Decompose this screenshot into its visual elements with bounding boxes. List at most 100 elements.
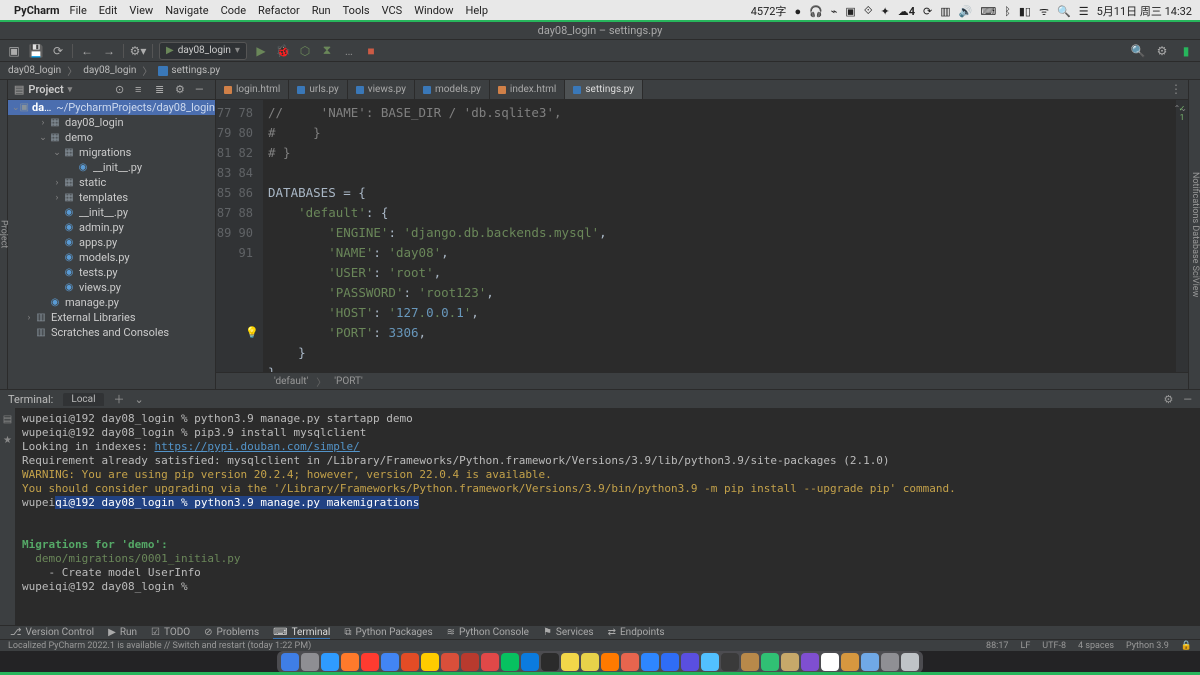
- wechat-icon[interactable]: ☁ 4: [898, 5, 915, 18]
- python-interpreter[interactable]: Python 3.9: [1126, 641, 1169, 651]
- toolwindow-todo[interactable]: ☑TODO: [151, 627, 190, 638]
- code-editor[interactable]: // 'NAME': BASE_DIR / 'db.sqlite3', # } …: [264, 100, 1176, 372]
- dock-app-16[interactable]: [601, 653, 619, 671]
- dock-app-8[interactable]: [441, 653, 459, 671]
- camera-icon[interactable]: ⌁: [831, 5, 838, 18]
- coverage-icon[interactable]: ⬡: [297, 43, 313, 59]
- tabs-more-icon[interactable]: ⋮: [1170, 82, 1182, 96]
- menu-code[interactable]: Code: [221, 4, 246, 17]
- attach-icon[interactable]: …: [341, 43, 357, 59]
- dock-app-26[interactable]: [801, 653, 819, 671]
- config-dropdown-icon[interactable]: ⚙▾: [130, 43, 146, 59]
- search-everywhere-icon[interactable]: 🔍: [1130, 43, 1146, 59]
- bookmarks-stripe-icon[interactable]: ★: [3, 435, 12, 446]
- collapse-all-icon[interactable]: ≣: [155, 83, 169, 97]
- terminal-dropdown-icon[interactable]: ⌄: [135, 393, 144, 406]
- dock-app-17[interactable]: [621, 653, 639, 671]
- editor-tab[interactable]: views.py: [348, 80, 415, 99]
- tree-root[interactable]: ⌄▣ day08_login ~/PycharmProjects/day08_l…: [8, 100, 215, 115]
- settings-icon[interactable]: ⚙: [1154, 43, 1170, 59]
- reload-icon[interactable]: ⟳: [50, 43, 66, 59]
- right-stripe[interactable]: Notifications Database SciView: [1188, 80, 1200, 389]
- dock-app-9[interactable]: [461, 653, 479, 671]
- tree-item[interactable]: ◉views.py: [8, 280, 215, 295]
- toolwindow-run[interactable]: ▶Run: [108, 627, 137, 638]
- terminal-settings-icon[interactable]: ⚙: [1164, 393, 1174, 406]
- dock-app-19[interactable]: [661, 653, 679, 671]
- editor-crumb[interactable]: 'PORT': [334, 376, 362, 387]
- mic-icon[interactable]: ●: [794, 5, 801, 18]
- tree-item[interactable]: ◉tests.py: [8, 265, 215, 280]
- menu-edit[interactable]: Edit: [99, 4, 118, 17]
- terminal-add-icon[interactable]: ＋: [114, 391, 125, 407]
- display-icon[interactable]: ▥: [940, 5, 950, 18]
- line-separator[interactable]: LF: [1020, 641, 1030, 651]
- dock-app-22[interactable]: [721, 653, 739, 671]
- debug-icon[interactable]: 🐞: [275, 43, 291, 59]
- terminal-tab[interactable]: Local: [63, 393, 103, 406]
- app-name[interactable]: PyCharm: [14, 4, 60, 17]
- dock-app-28[interactable]: [841, 653, 859, 671]
- indent-config[interactable]: 4 spaces: [1078, 641, 1114, 651]
- tree-item[interactable]: ⌄▦migrations: [8, 145, 215, 160]
- forward-icon[interactable]: →: [101, 43, 117, 59]
- menu-navigate[interactable]: Navigate: [165, 4, 208, 17]
- volume-icon[interactable]: 🔊: [959, 5, 973, 18]
- menu-help[interactable]: Help: [465, 4, 488, 17]
- dock-app-13[interactable]: [541, 653, 559, 671]
- wifi-icon[interactable]: ᯤ: [1039, 4, 1049, 19]
- tree-item[interactable]: ›▦static: [8, 175, 215, 190]
- menu-tools[interactable]: Tools: [343, 4, 370, 17]
- tree-item[interactable]: ⌄▦demo: [8, 130, 215, 145]
- tree-item[interactable]: ▥Scratches and Consoles: [8, 325, 215, 340]
- status-message[interactable]: Localized PyCharm 2022.1 is available //…: [8, 641, 311, 651]
- dock-app-29[interactable]: [861, 653, 879, 671]
- breadcrumb[interactable]: day08_login: [8, 65, 61, 76]
- tree-item[interactable]: ◉__init__.py: [8, 205, 215, 220]
- expand-all-icon[interactable]: ≡: [135, 83, 149, 97]
- menu-view[interactable]: View: [129, 4, 153, 17]
- bluetooth-icon[interactable]: ᛒ: [1004, 5, 1011, 18]
- toolwindow-python-console[interactable]: ≋Python Console: [447, 627, 529, 638]
- file-encoding[interactable]: UTF-8: [1042, 641, 1066, 651]
- code-with-me-icon[interactable]: ▮: [1178, 43, 1194, 59]
- tree-item[interactable]: ◉__init__.py: [8, 160, 215, 175]
- headset-icon[interactable]: 🎧: [809, 5, 823, 18]
- hammer-icon[interactable]: ✦: [881, 5, 890, 18]
- editor-crumb[interactable]: 'default': [274, 376, 308, 387]
- dock-app-10[interactable]: [481, 653, 499, 671]
- menu-file[interactable]: File: [70, 4, 87, 17]
- keyboard-icon[interactable]: ⌨: [980, 5, 996, 18]
- sync-icon[interactable]: ⟳: [923, 5, 932, 18]
- menu-run[interactable]: Run: [312, 4, 331, 17]
- dock-app-3[interactable]: [341, 653, 359, 671]
- toolwindow-python-packages[interactable]: ⧉Python Packages: [344, 627, 432, 638]
- hide-icon[interactable]: —: [195, 83, 209, 97]
- dropbox-icon[interactable]: ⟐: [864, 4, 873, 18]
- intention-bulb-icon[interactable]: 💡: [245, 323, 259, 343]
- dock-app-31[interactable]: [901, 653, 919, 671]
- menu-vcs[interactable]: VCS: [382, 4, 403, 17]
- breadcrumb[interactable]: settings.py: [158, 65, 220, 76]
- toolwindow-terminal[interactable]: ⌨Terminal: [273, 627, 330, 640]
- project-tree[interactable]: ⌄▣ day08_login ~/PycharmProjects/day08_l…: [8, 100, 215, 389]
- mac-datetime[interactable]: 5月11日 周三 14:32: [1097, 3, 1192, 19]
- toolwindow-problems[interactable]: ⊘Problems: [204, 627, 259, 638]
- dock-app-6[interactable]: [401, 653, 419, 671]
- dock-app-11[interactable]: [501, 653, 519, 671]
- toolwindow-endpoints[interactable]: ⇄Endpoints: [608, 627, 665, 638]
- dock-app-15[interactable]: [581, 653, 599, 671]
- back-icon[interactable]: ←: [79, 43, 95, 59]
- control-center-icon[interactable]: ☰: [1079, 5, 1089, 18]
- dock-app-14[interactable]: [561, 653, 579, 671]
- editor-tab[interactable]: models.py: [415, 80, 490, 99]
- left-stripe[interactable]: Project: [0, 80, 8, 389]
- tree-item[interactable]: ◉manage.py: [8, 295, 215, 310]
- menu-window[interactable]: Window: [414, 4, 453, 17]
- charcount-indicator[interactable]: 4572字: [751, 3, 787, 19]
- editor-tab[interactable]: settings.py: [565, 80, 643, 99]
- dock-app-24[interactable]: [761, 653, 779, 671]
- battery-icon[interactable]: ▮▯: [1019, 5, 1031, 18]
- tree-item[interactable]: ›▥External Libraries: [8, 310, 215, 325]
- settings-gear-icon[interactable]: ⚙: [175, 83, 189, 97]
